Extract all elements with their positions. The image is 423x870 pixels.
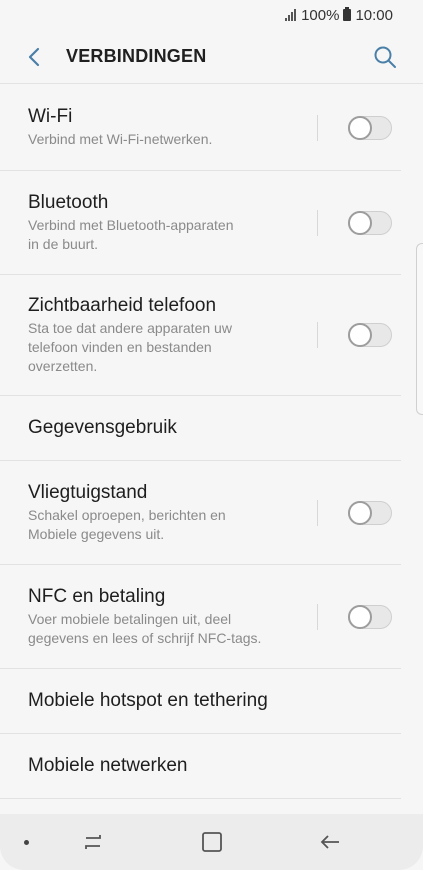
home-icon bbox=[202, 832, 222, 852]
bluetooth-toggle[interactable] bbox=[348, 210, 392, 235]
mobile-networks-title: Mobiele netwerken bbox=[28, 755, 188, 776]
airplane-mode-subtitle: Schakel oproepen, berichten en Mobiele g… bbox=[28, 506, 226, 542]
signal-icon bbox=[285, 9, 297, 21]
row-divider bbox=[317, 499, 318, 526]
nfc-toggle[interactable] bbox=[348, 604, 392, 629]
back-button[interactable] bbox=[14, 37, 54, 77]
row-divider bbox=[317, 114, 318, 141]
mobile-networks-row[interactable]: Mobiele netwerken bbox=[0, 734, 401, 799]
row-divider bbox=[317, 322, 318, 348]
data-usage-row[interactable]: Gegevensgebruik bbox=[0, 396, 401, 461]
visibility-row[interactable]: Zichtbaarheid telefoon Sta toe dat ander… bbox=[0, 275, 401, 396]
bluetooth-row[interactable]: Bluetooth Verbind met Bluetooth-apparate… bbox=[0, 171, 401, 275]
row-divider bbox=[317, 603, 318, 630]
nav-dot-icon bbox=[24, 840, 29, 845]
status-time: 10:00 bbox=[355, 6, 393, 24]
page-title: VERBINDINGEN bbox=[66, 46, 207, 66]
recent-apps-button[interactable] bbox=[78, 828, 108, 856]
hotspot-title: Mobiele hotspot en tethering bbox=[28, 690, 268, 711]
settings-list: Wi-Fi Verbind met Wi-Fi-netwerken. Bluet… bbox=[0, 85, 423, 799]
back-arrow-icon bbox=[320, 835, 339, 849]
toggle-knob bbox=[348, 115, 372, 140]
nfc-title: NFC en betaling bbox=[28, 585, 166, 607]
search-button[interactable] bbox=[365, 37, 405, 77]
wifi-subtitle: Verbind met Wi-Fi-netwerken. bbox=[28, 131, 213, 147]
airplane-mode-title: Vliegtuigstand bbox=[28, 481, 148, 503]
toggle-knob bbox=[348, 323, 372, 347]
visibility-title: Zichtbaarheid telefoon bbox=[28, 294, 217, 316]
battery-icon bbox=[343, 7, 352, 21]
airplane-mode-toggle[interactable] bbox=[348, 500, 392, 525]
arrow-left-icon bbox=[28, 47, 40, 66]
navigation-bar bbox=[0, 814, 423, 870]
nfc-row[interactable]: NFC en betaling Voer mobiele betalingen … bbox=[0, 565, 401, 669]
home-button[interactable] bbox=[197, 828, 227, 856]
airplane-mode-row[interactable]: Vliegtuigstand Schakel oproepen, bericht… bbox=[0, 461, 401, 565]
battery-percentage: 100% bbox=[301, 6, 340, 24]
search-icon bbox=[374, 46, 396, 68]
toggle-knob bbox=[348, 604, 372, 629]
nav-back-button[interactable] bbox=[315, 828, 345, 856]
data-usage-title: Gegevensgebruik bbox=[28, 417, 177, 438]
wifi-toggle[interactable] bbox=[348, 115, 392, 140]
bluetooth-title: Bluetooth bbox=[28, 191, 109, 213]
visibility-toggle[interactable] bbox=[348, 323, 392, 347]
toggle-knob bbox=[348, 210, 372, 235]
scroll-indicator[interactable] bbox=[416, 243, 423, 415]
bluetooth-subtitle: Verbind met Bluetooth-apparaten in de bu… bbox=[28, 216, 234, 252]
nfc-subtitle: Voer mobiele betalingen uit, deel gegeve… bbox=[28, 610, 262, 646]
row-divider bbox=[317, 209, 318, 236]
app-bar: VERBINDINGEN bbox=[0, 30, 423, 84]
toggle-knob bbox=[348, 500, 372, 525]
visibility-subtitle: Sta toe dat andere apparaten uw telefoon… bbox=[28, 319, 232, 374]
status-bar: 100% 10:00 bbox=[0, 0, 423, 30]
wifi-row[interactable]: Wi-Fi Verbind met Wi-Fi-netwerken. bbox=[0, 85, 401, 171]
hotspot-row[interactable]: Mobiele hotspot en tethering bbox=[0, 669, 401, 734]
recent-apps-icon bbox=[85, 835, 101, 849]
wifi-title: Wi-Fi bbox=[28, 106, 73, 127]
